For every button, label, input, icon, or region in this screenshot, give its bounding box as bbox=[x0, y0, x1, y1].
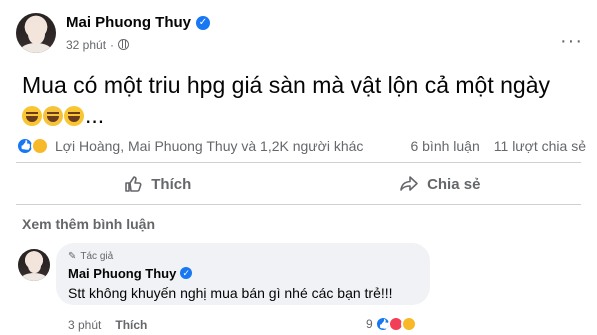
author-badge: ✎ Tác giả bbox=[68, 249, 418, 263]
post-ellipsis: ... bbox=[85, 102, 105, 128]
verified-badge-icon: ✓ bbox=[196, 15, 210, 30]
reaction-icons[interactable] bbox=[16, 137, 49, 155]
post-header: Mai Phuong Thuy ✓ 32 phút · bbox=[16, 8, 210, 58]
divider bbox=[16, 162, 581, 163]
grin-emoji-icon bbox=[64, 106, 84, 126]
reactions-bar: Lợi Hoàng, Mai Phuong Thuy và 1,2K người… bbox=[16, 134, 586, 158]
comment-reaction-count: 9 bbox=[366, 317, 373, 331]
verified-badge-icon: ✓ bbox=[180, 267, 193, 279]
comment-time[interactable]: 3 phút bbox=[68, 318, 101, 332]
author-name[interactable]: Mai Phuong Thuy bbox=[66, 14, 191, 31]
pencil-icon: ✎ bbox=[68, 250, 77, 262]
share-button-label: Chia sẻ bbox=[427, 175, 481, 193]
comment-reactions[interactable]: 9 bbox=[366, 316, 417, 332]
globe-icon bbox=[118, 39, 130, 50]
haha-reaction-icon bbox=[400, 316, 417, 332]
grin-emoji-icon bbox=[22, 106, 42, 126]
author-badge-label: Tác giả bbox=[80, 250, 114, 262]
post-body: Mua có một triu hpg giá sàn mà vật lộn c… bbox=[22, 72, 550, 98]
post-text: Mua có một triu hpg giá sàn mà vật lộn c… bbox=[22, 70, 592, 130]
comment-author[interactable]: Mai Phuong Thuy bbox=[68, 266, 176, 281]
comment-like-link[interactable]: Thích bbox=[115, 318, 147, 332]
share-button[interactable]: Chia sẻ bbox=[299, 168, 582, 200]
share-count[interactable]: 11 lượt chia sẻ bbox=[494, 138, 586, 154]
post-time[interactable]: 32 phút bbox=[66, 38, 106, 52]
thumbs-up-icon bbox=[125, 176, 142, 192]
author-avatar[interactable] bbox=[16, 13, 56, 53]
comment-bubble: ✎ Tác giả Mai Phuong Thuy ✓ Stt không kh… bbox=[56, 243, 430, 305]
reaction-names[interactable]: Lợi Hoàng, Mai Phuong Thuy và 1,2K người… bbox=[55, 138, 410, 154]
post-actions: Thích Chia sẻ bbox=[16, 168, 581, 200]
view-more-comments-link[interactable]: Xem thêm bình luận bbox=[22, 216, 155, 232]
like-button[interactable]: Thích bbox=[16, 168, 299, 200]
meta-separator: · bbox=[110, 37, 115, 52]
commenter-avatar[interactable] bbox=[18, 249, 50, 281]
divider bbox=[16, 204, 581, 205]
comment-meta: 3 phút Thích bbox=[68, 318, 147, 332]
comment-text: Stt không khuyến nghị mua bán gì nhé các… bbox=[68, 285, 393, 301]
rofl-emoji-icon bbox=[43, 106, 63, 126]
comment-count[interactable]: 6 bình luận bbox=[410, 138, 479, 154]
haha-reaction-icon bbox=[31, 137, 49, 155]
more-options-icon[interactable]: ··· bbox=[560, 30, 583, 53]
share-arrow-icon bbox=[400, 176, 418, 191]
like-button-label: Thích bbox=[151, 175, 192, 193]
